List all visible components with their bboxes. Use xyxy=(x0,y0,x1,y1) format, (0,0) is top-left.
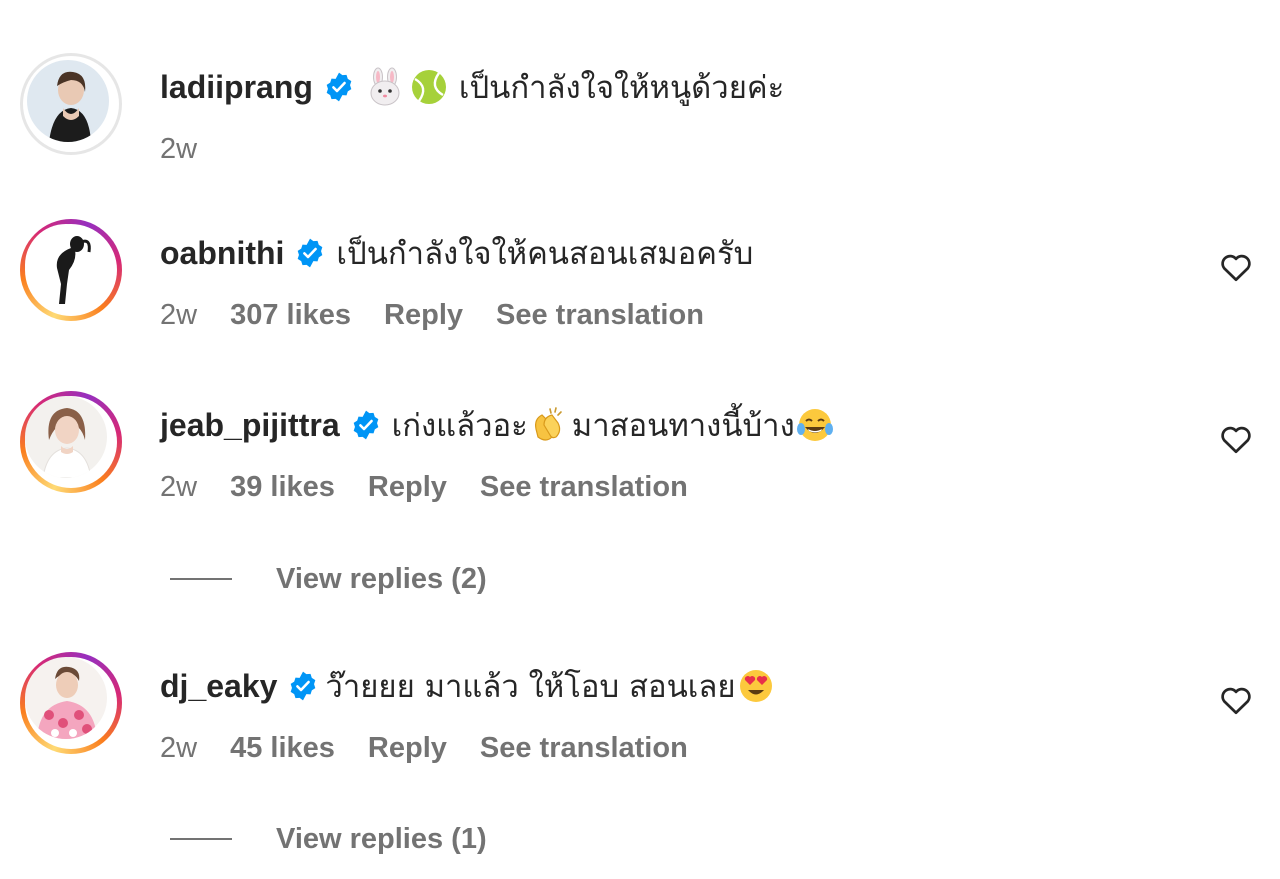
avatar-photo-icon xyxy=(25,224,107,306)
comment-item: jeab_pijittra เก่งแล้วอะ มาสอนทางนี้บ้าง… xyxy=(0,391,1280,511)
comment-item: oabnithi เป็นกำลังใจให้คนสอนเสมอครับ 2w … xyxy=(0,219,1280,339)
clapping-hands-icon xyxy=(528,405,568,445)
like-heart-icon[interactable] xyxy=(1218,249,1254,285)
comment-timestamp[interactable]: 2w xyxy=(160,471,197,504)
likes-count[interactable]: 45 likes xyxy=(230,732,335,765)
view-replies-button[interactable]: View replies (1) xyxy=(170,819,487,859)
comment-username[interactable]: dj_eaky xyxy=(160,668,277,705)
likes-count[interactable]: 39 likes xyxy=(230,471,335,504)
likes-count[interactable]: 307 likes xyxy=(230,299,351,332)
comment-username[interactable]: jeab_pijittra xyxy=(160,407,340,444)
comment-timestamp[interactable]: 2w xyxy=(160,732,197,765)
avatar-photo-icon xyxy=(25,396,107,478)
replies-divider xyxy=(170,578,232,580)
rabbit-face-icon xyxy=(365,67,405,107)
avatar[interactable] xyxy=(20,53,122,155)
verified-badge-icon xyxy=(323,71,355,103)
see-translation-button[interactable]: See translation xyxy=(480,471,688,504)
avatar-photo-icon xyxy=(25,657,107,739)
avatar[interactable] xyxy=(20,219,122,321)
like-heart-icon[interactable] xyxy=(1218,421,1254,457)
avatar-photo-icon xyxy=(27,60,109,142)
comment-text: เก่งแล้วอะ xyxy=(391,408,528,444)
like-heart-icon[interactable] xyxy=(1218,682,1254,718)
avatar[interactable] xyxy=(20,391,122,493)
comment-text: เป็นกำลังใจให้หนูด้วยค่ะ xyxy=(458,70,785,106)
reply-button[interactable]: Reply xyxy=(368,732,447,765)
see-translation-button[interactable]: See translation xyxy=(496,299,704,332)
comment-timestamp[interactable]: 2w xyxy=(160,299,197,332)
replies-divider xyxy=(170,838,232,840)
verified-badge-icon xyxy=(350,409,382,441)
comment-text: มาสอนทางนี้บ้าง xyxy=(571,408,795,444)
comment-timestamp[interactable]: 2w xyxy=(160,133,197,166)
view-replies-label: View replies (2) xyxy=(276,562,487,595)
see-translation-button[interactable]: See translation xyxy=(480,732,688,765)
comment-username[interactable]: oabnithi xyxy=(160,235,284,272)
comment-item: ladiiprang เป็นกำลังใจให้หนูด้วยค่ะ 2w xyxy=(0,53,1280,173)
tennis-ball-icon xyxy=(409,67,449,107)
reply-button[interactable]: Reply xyxy=(384,299,463,332)
tears-of-joy-icon xyxy=(795,405,835,445)
comment-item: dj_eaky ว๊ายยย มาแล้ว ให้โอบ สอนเลย 2w 4… xyxy=(0,652,1280,772)
heart-eyes-icon xyxy=(736,666,776,706)
view-replies-button[interactable]: View replies (2) xyxy=(170,559,487,599)
comment-text: ว๊ายยย มาแล้ว ให้โอบ สอนเลย xyxy=(325,669,736,705)
comment-username[interactable]: ladiiprang xyxy=(160,69,313,106)
verified-badge-icon xyxy=(287,670,319,702)
comment-text: เป็นกำลังใจให้คนสอนเสมอครับ xyxy=(336,236,754,272)
reply-button[interactable]: Reply xyxy=(368,471,447,504)
avatar[interactable] xyxy=(20,652,122,754)
view-replies-label: View replies (1) xyxy=(276,822,487,855)
verified-badge-icon xyxy=(294,237,326,269)
